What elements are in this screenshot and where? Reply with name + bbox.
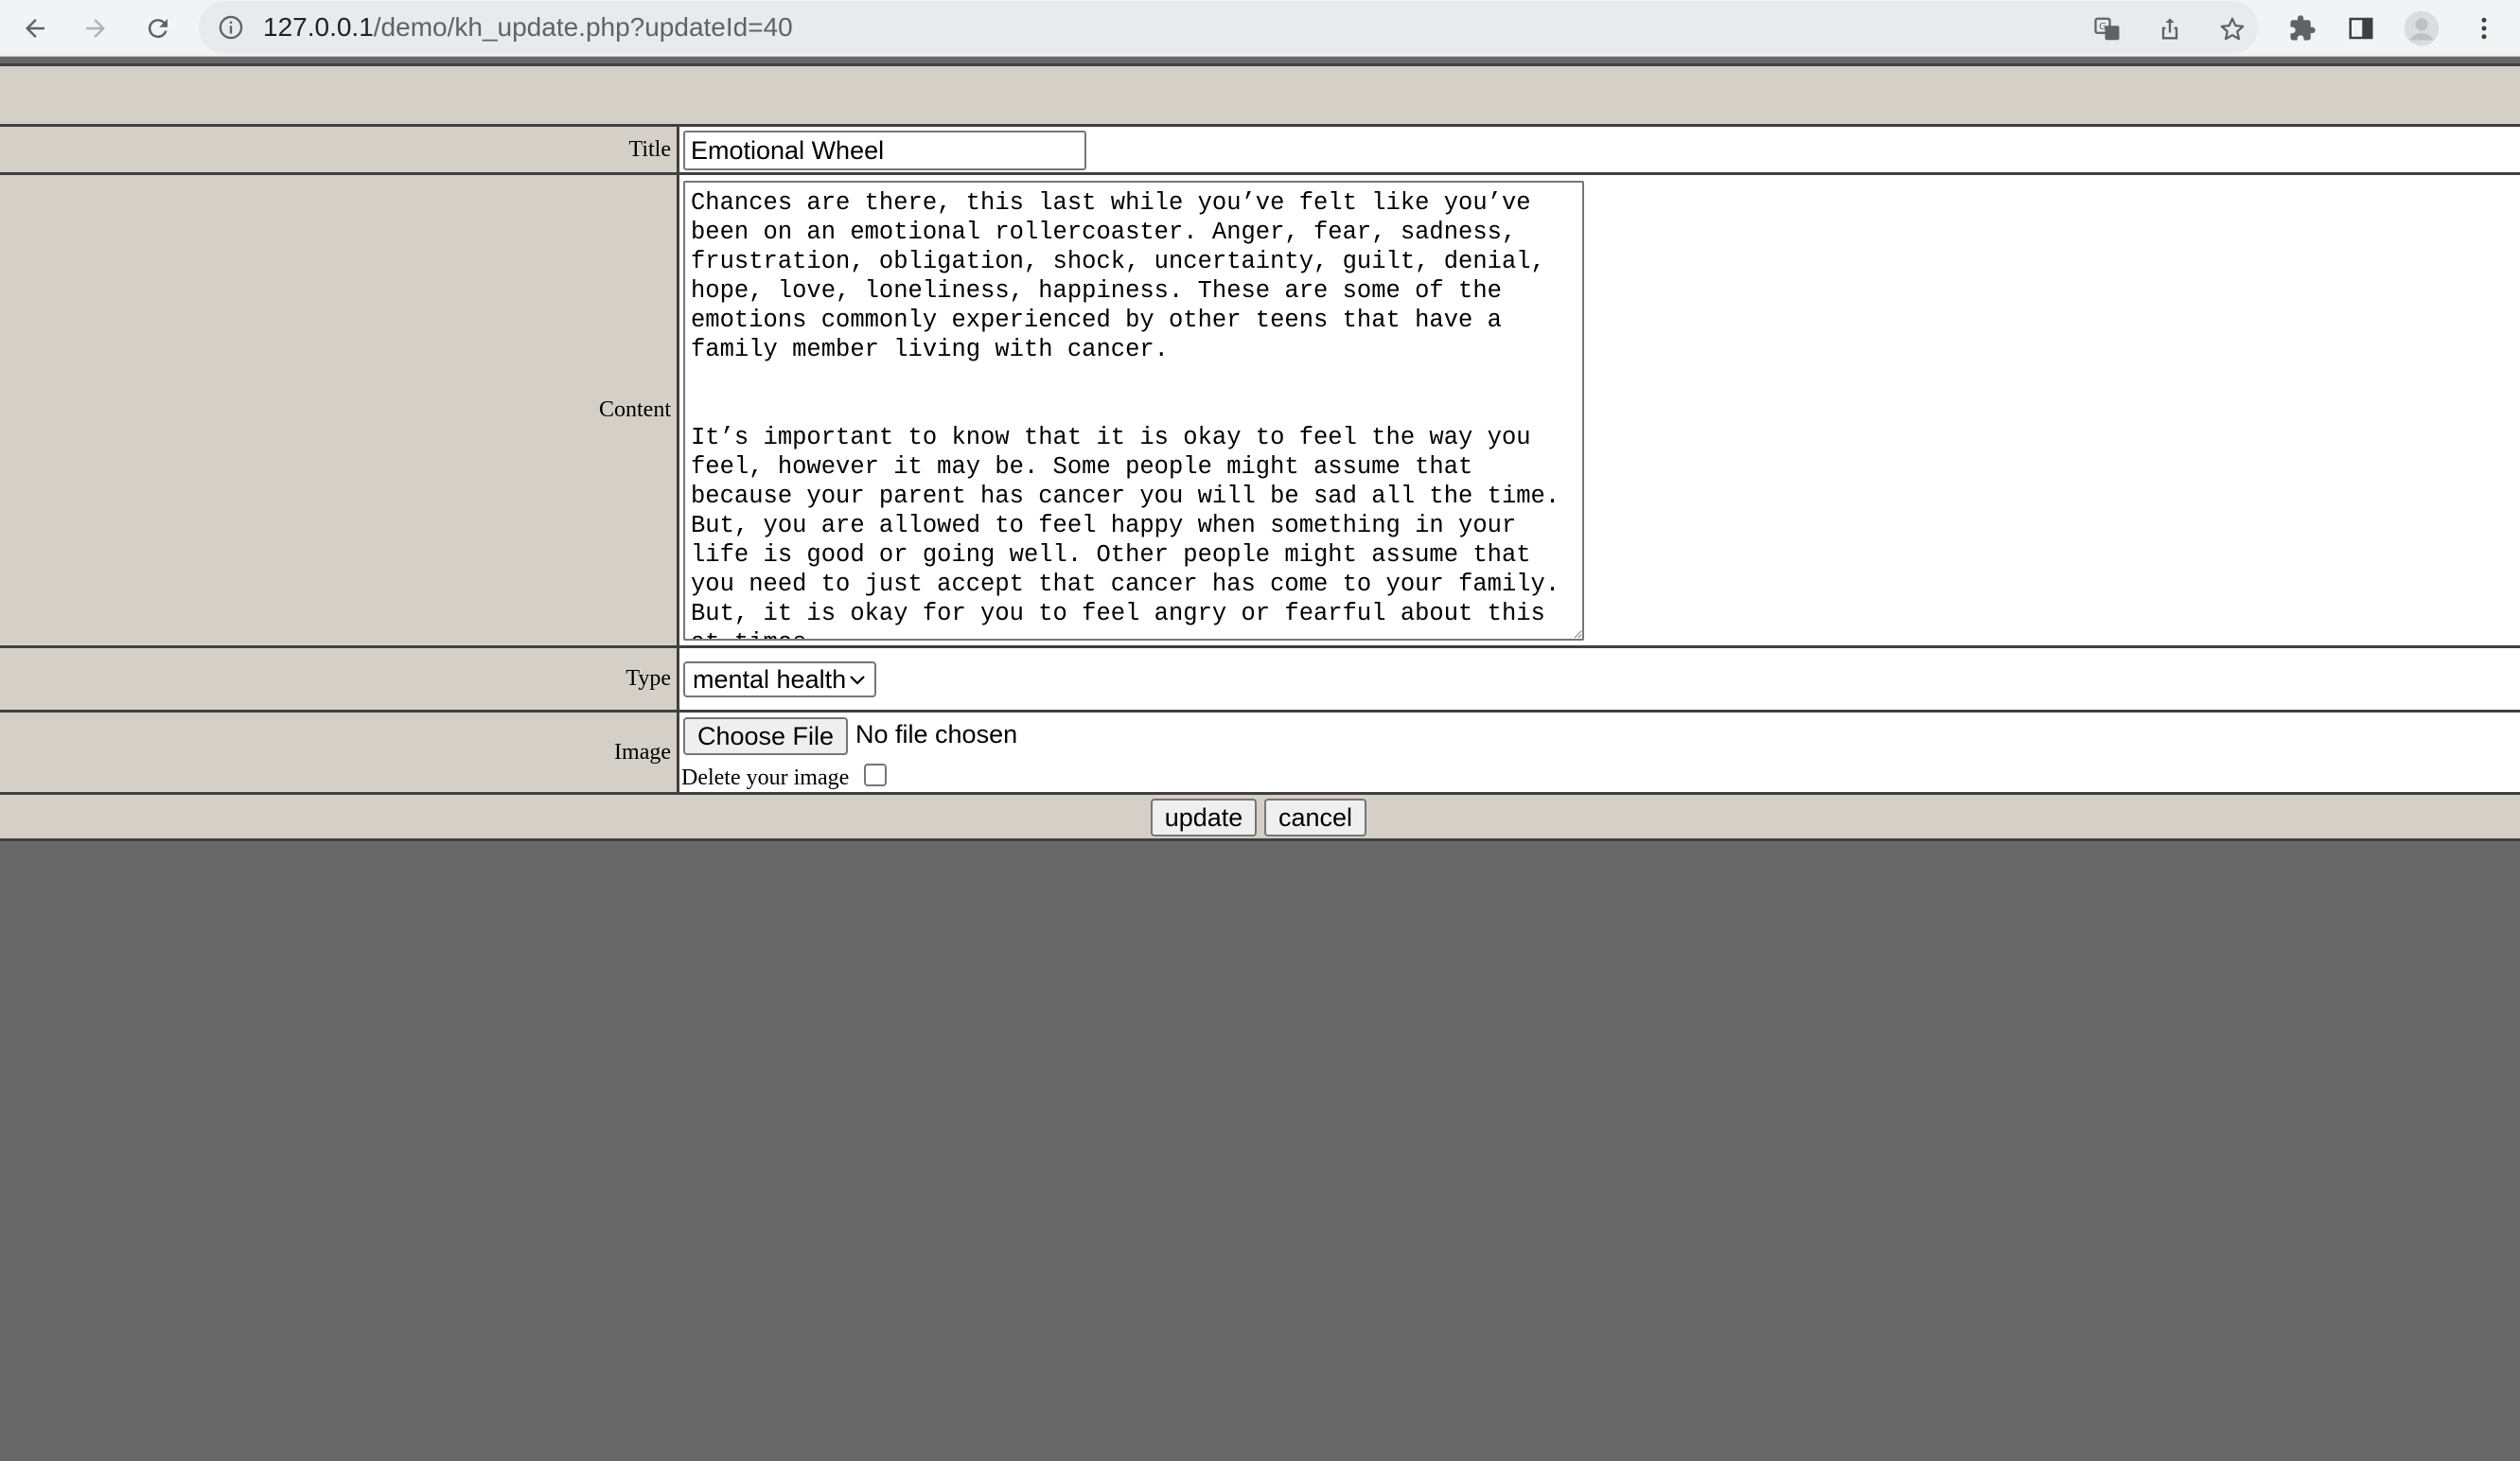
svg-text:G: G xyxy=(2099,22,2106,32)
delete-image-label: Delete your image xyxy=(681,766,850,790)
delete-image-checkbox[interactable] xyxy=(864,764,887,786)
cancel-button[interactable]: cancel xyxy=(1264,799,1366,836)
content-row: Content Chances are there, this last whi… xyxy=(0,172,2520,645)
image-label: Image xyxy=(0,713,679,792)
forward-arrow-icon xyxy=(86,19,105,38)
bookmark-star-icon[interactable] xyxy=(2212,9,2252,49)
content-textarea[interactable]: Chances are there, this last while you’v… xyxy=(683,181,1584,641)
title-row: Title xyxy=(0,124,2520,172)
title-input[interactable] xyxy=(683,131,1086,170)
reload-icon xyxy=(148,19,167,39)
menu-kebab-icon[interactable] xyxy=(2464,9,2504,48)
profile-avatar-icon[interactable] xyxy=(2402,9,2441,48)
reload-button[interactable] xyxy=(138,9,178,48)
extensions-icon[interactable] xyxy=(2282,9,2322,48)
content-cell: Chances are there, this last while you’v… xyxy=(679,175,2520,645)
image-cell: Choose File No file chosen Delete your i… xyxy=(679,713,2520,792)
title-label: Title xyxy=(0,127,679,172)
type-label: Type xyxy=(0,648,679,710)
content-label: Content xyxy=(0,175,679,645)
address-bar[interactable]: 127.0.0.1/demo/kh_update.php?updateId=40… xyxy=(199,1,2258,54)
url-host: 127.0.0.1 xyxy=(263,12,374,42)
side-panel-icon[interactable] xyxy=(2341,9,2381,48)
title-cell xyxy=(679,127,2520,172)
url-path: /demo/kh_update.php?updateId=40 xyxy=(373,12,793,42)
page-body: Title Content Chances are there, this la… xyxy=(0,58,2520,1461)
back-button[interactable] xyxy=(15,9,55,48)
type-select-value: mental health xyxy=(693,664,847,694)
share-icon[interactable] xyxy=(2150,9,2190,49)
browser-toolbar: 127.0.0.1/demo/kh_update.php?updateId=40… xyxy=(0,0,2520,57)
action-button-row: update cancel xyxy=(0,792,2520,841)
forward-button[interactable] xyxy=(76,9,115,48)
back-arrow-icon xyxy=(26,19,44,38)
chevron-down-icon xyxy=(850,676,865,685)
url-text[interactable]: 127.0.0.1/demo/kh_update.php?updateId=40 xyxy=(263,12,793,43)
type-row: Type mental health xyxy=(0,645,2520,710)
site-info-icon[interactable] xyxy=(218,14,244,45)
file-status-text: No file chosen xyxy=(855,720,1018,748)
image-row: Image Choose File No file chosen Delete … xyxy=(0,710,2520,792)
update-button[interactable]: update xyxy=(1151,799,1257,836)
choose-file-button[interactable]: Choose File xyxy=(683,717,848,755)
form-header-band xyxy=(0,63,2520,124)
type-select[interactable]: mental health xyxy=(683,661,876,697)
translate-icon[interactable]: G xyxy=(2088,9,2127,49)
type-cell: mental health xyxy=(679,648,2520,710)
